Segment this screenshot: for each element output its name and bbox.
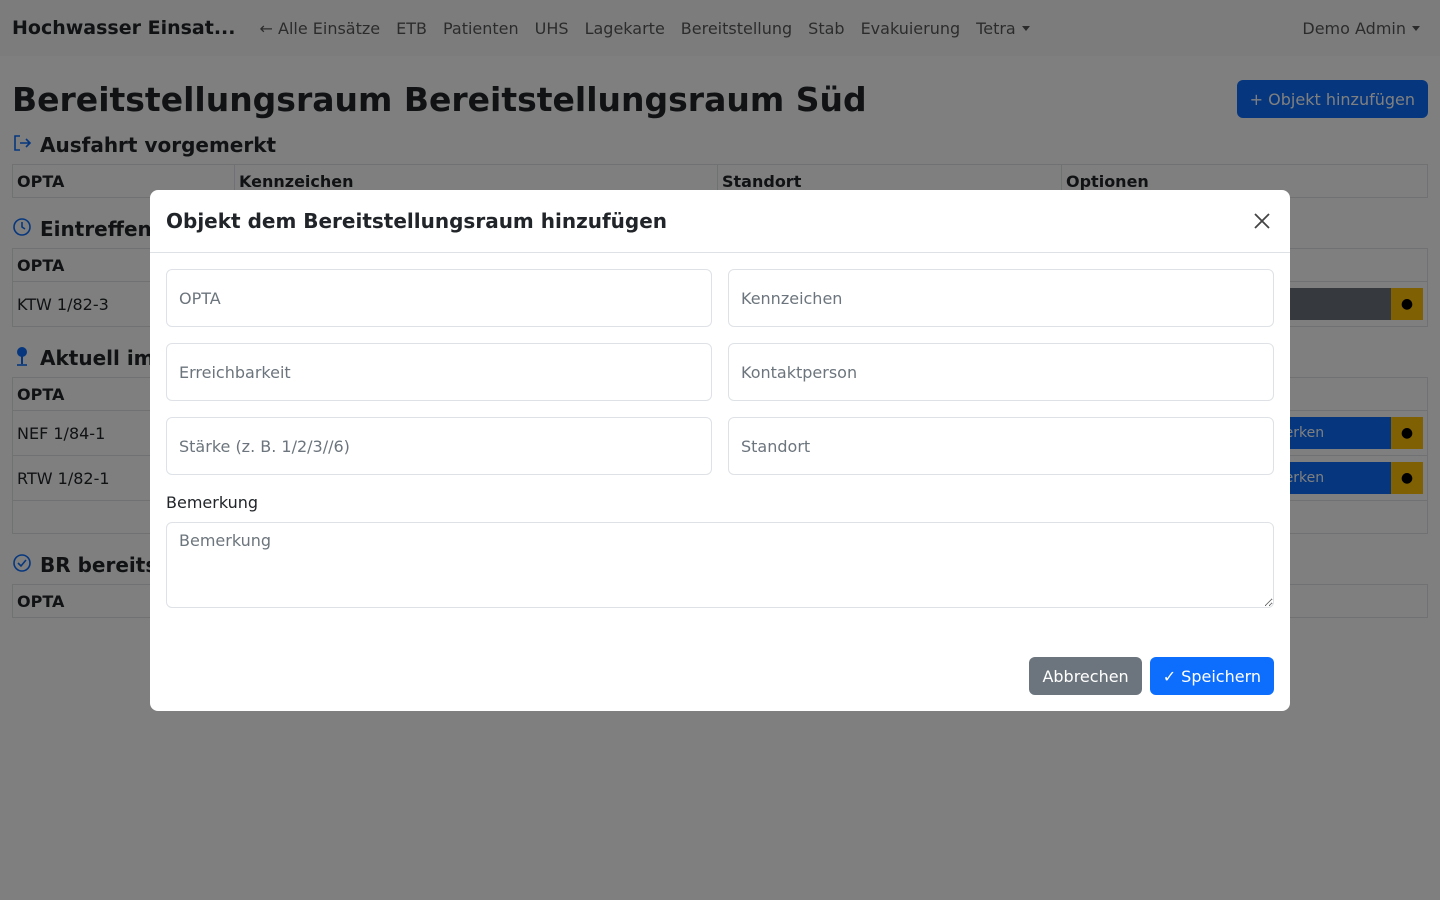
staerke-input[interactable]: [166, 417, 712, 475]
remark-textarea[interactable]: [166, 522, 1274, 608]
form-grid: [166, 269, 1274, 475]
kontaktperson-input[interactable]: [728, 343, 1274, 401]
modal-title: Objekt dem Bereitstellungsraum hinzufüge…: [166, 209, 668, 233]
add-object-modal: Objekt dem Bereitstellungsraum hinzufüge…: [150, 190, 1290, 711]
close-icon[interactable]: [1250, 209, 1274, 233]
modal-body: Bemerkung: [150, 253, 1290, 612]
erreichbarkeit-input[interactable]: [166, 343, 712, 401]
save-button[interactable]: ✓ Speichern: [1149, 657, 1274, 695]
modal-header: Objekt dem Bereitstellungsraum hinzufüge…: [150, 190, 1290, 253]
cancel-button[interactable]: Abbrechen: [1029, 657, 1142, 695]
standort-input[interactable]: [728, 417, 1274, 475]
opta-input[interactable]: [166, 269, 712, 327]
kennzeichen-input[interactable]: [728, 269, 1274, 327]
remark-label: Bemerkung: [166, 493, 259, 512]
modal-footer: Abbrechen ✓ Speichern: [1029, 657, 1274, 695]
